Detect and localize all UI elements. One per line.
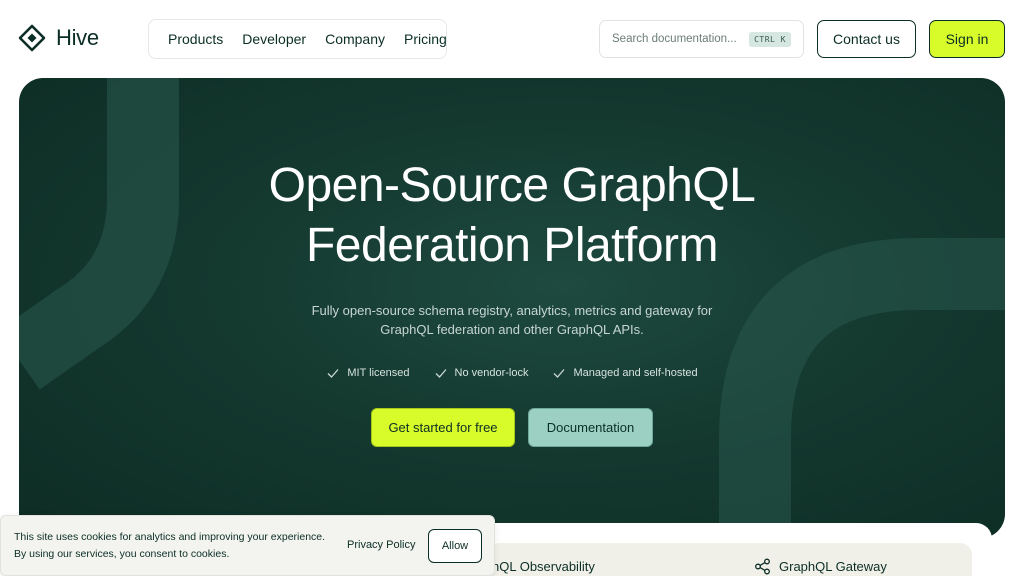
feature-no-vendor-lock: No vendor-lock <box>434 366 529 380</box>
contact-us-button[interactable]: Contact us <box>817 20 916 58</box>
feature-managed: Managed and self-hosted <box>552 366 698 380</box>
cookie-banner: This site uses cookies for analytics and… <box>0 515 495 576</box>
allow-cookies-button[interactable]: Allow <box>428 529 482 563</box>
hero-subtitle-line1: Fully open-source schema registry, analy… <box>311 303 713 318</box>
hive-logo-icon <box>18 24 46 52</box>
brand-logo[interactable]: Hive <box>18 24 99 52</box>
get-started-button[interactable]: Get started for free <box>371 408 515 447</box>
hero-title-line2: Federation Platform <box>305 219 719 272</box>
nav-developer[interactable]: Developer <box>242 31 306 47</box>
feature-mit: MIT licensed <box>326 366 410 380</box>
nav-pricing[interactable]: Pricing <box>404 31 447 47</box>
nav-company[interactable]: Company <box>325 31 385 47</box>
privacy-policy-link[interactable]: Privacy Policy <box>347 539 415 551</box>
product-observability[interactable]: hQL Observability <box>492 559 595 574</box>
feature-label: MIT licensed <box>347 367 410 379</box>
main-nav: Products Developer Company Pricing <box>148 19 447 59</box>
cookie-message: This site uses cookies for analytics and… <box>14 529 344 563</box>
search-placeholder: Search documentation... <box>612 33 737 45</box>
feature-list: MIT licensed No vendor-lock Managed and … <box>19 366 1005 380</box>
feature-label: No vendor-lock <box>454 367 529 379</box>
documentation-button[interactable]: Documentation <box>528 408 653 447</box>
search-input[interactable]: Search documentation... CTRL K <box>599 20 804 58</box>
hero-title: Open-Source GraphQL Federation Platform <box>19 156 1005 276</box>
check-icon <box>327 369 339 378</box>
check-icon <box>435 369 446 378</box>
brand-name: Hive <box>56 25 99 50</box>
hero-title-line1: Open-Source GraphQL <box>268 159 756 212</box>
search-shortcut-badge: CTRL K <box>749 31 791 47</box>
hero-section: Open-Source GraphQL Federation Platform … <box>19 78 1005 538</box>
product-gateway-label: GraphQL Gateway <box>779 559 887 574</box>
hero-subtitle-line2: GraphQL federation and other GraphQL API… <box>380 322 644 337</box>
nav-products[interactable]: Products <box>168 31 223 47</box>
check-icon <box>554 369 565 378</box>
feature-label: Managed and self-hosted <box>573 367 698 379</box>
sign-in-button[interactable]: Sign in <box>929 20 1005 58</box>
hero-subtitle: Fully open-source schema registry, analy… <box>19 301 1005 339</box>
cookie-message-line1: This site uses cookies for analytics and… <box>14 531 326 543</box>
cookie-message-line2: By using our services, you consent to co… <box>14 548 230 560</box>
product-gateway[interactable]: GraphQL Gateway <box>754 558 887 575</box>
share-nodes-icon <box>755 558 770 575</box>
